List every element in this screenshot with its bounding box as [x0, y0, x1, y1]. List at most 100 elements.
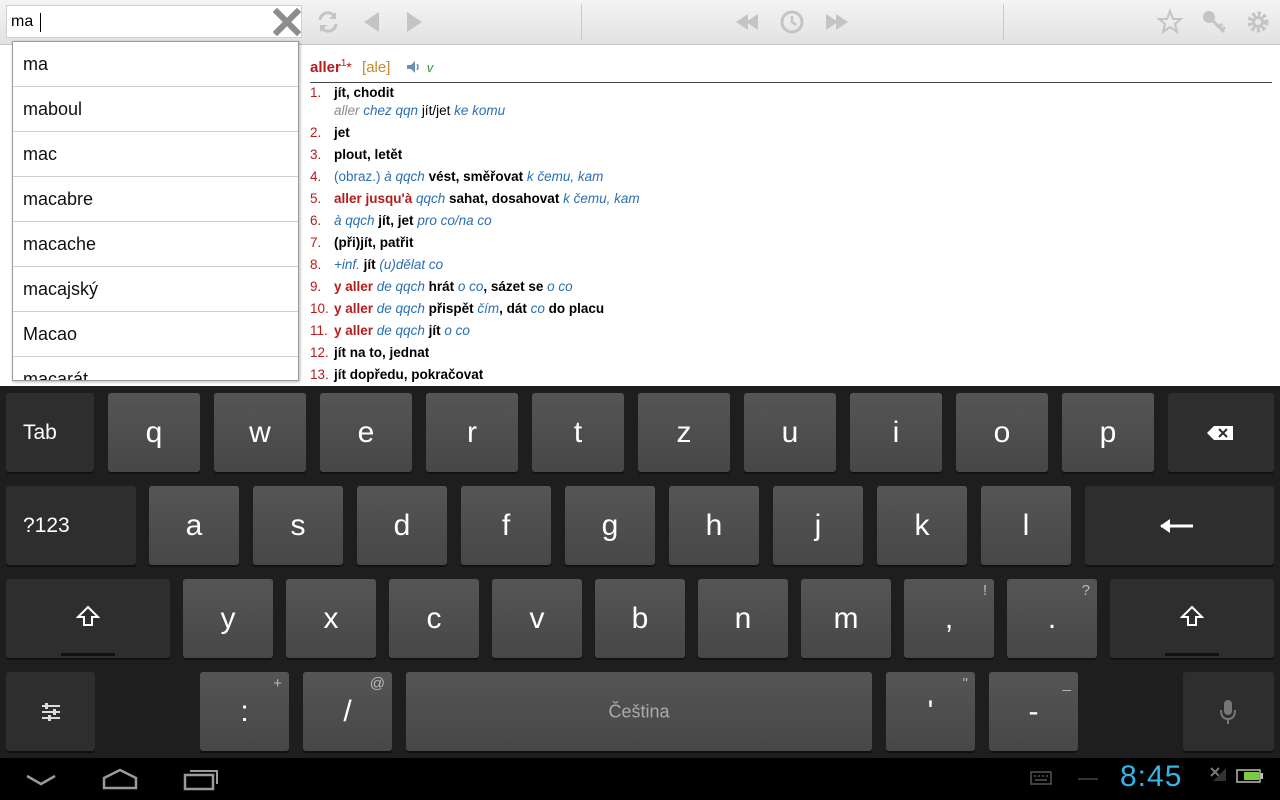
key-w[interactable]: w — [214, 393, 306, 472]
key-slash[interactable]: / @ — [303, 672, 392, 751]
sense-row: 6. à qqch jít, jet pro co/na co — [310, 213, 492, 228]
clear-icon[interactable] — [273, 8, 301, 36]
suggestion-item[interactable]: macajský — [13, 267, 298, 312]
sense-row: 11. y aller de qqch jít o co — [310, 323, 470, 338]
microphone-key[interactable] — [1183, 672, 1274, 751]
key-icon[interactable] — [1200, 8, 1228, 36]
key-z[interactable]: z — [638, 393, 730, 472]
key-h[interactable]: h — [669, 486, 759, 565]
search-input[interactable] — [11, 6, 266, 37]
sense-text: (při)jít, patřit — [334, 235, 414, 250]
key-s[interactable]: s — [253, 486, 343, 565]
key-label: w — [249, 415, 271, 449]
key-label: s — [290, 508, 306, 542]
star-icon[interactable] — [1156, 8, 1184, 36]
space-key[interactable]: Čeština — [406, 672, 872, 751]
sense-text: de qqch — [376, 323, 429, 338]
key-n[interactable]: n — [698, 579, 788, 658]
key-dash[interactable]: - _ — [989, 672, 1078, 751]
history-forward-icon[interactable] — [822, 8, 850, 36]
key-k[interactable]: k — [877, 486, 967, 565]
sense-text: jít, chodit — [334, 85, 394, 100]
suggestion-item[interactable]: macabre — [13, 177, 298, 222]
key-l[interactable]: l — [981, 486, 1071, 565]
history-icon[interactable] — [778, 8, 806, 36]
forward-arrow-icon[interactable] — [400, 8, 428, 36]
suggestion-item[interactable]: macache — [13, 222, 298, 267]
recent-apps-icon[interactable] — [182, 766, 220, 792]
gear-icon[interactable] — [1244, 8, 1272, 36]
suggestion-item[interactable]: macarát — [13, 357, 298, 380]
key-g[interactable]: g — [565, 486, 655, 565]
home-nav-icon[interactable] — [100, 766, 140, 790]
sense-text: jít — [428, 323, 445, 338]
key-colon[interactable]: : + — [200, 672, 289, 751]
key-f[interactable]: f — [461, 486, 551, 565]
key-q[interactable]: q — [108, 393, 200, 472]
key-label: o — [993, 415, 1011, 449]
sense-text: à qqch — [334, 213, 379, 228]
sense-text: jít na to, jednat — [334, 345, 430, 360]
battery-icon — [1236, 769, 1263, 783]
key-r[interactable]: r — [426, 393, 518, 472]
symbols-key[interactable]: ?123 — [6, 486, 136, 565]
sense-text: co — [530, 301, 549, 316]
speaker-icon[interactable] — [405, 60, 421, 74]
sense-number: 2. — [310, 125, 322, 140]
key-y[interactable]: y — [183, 579, 273, 658]
sense-row: 8. +inf. jít (u)dělat co — [310, 257, 443, 272]
sense-text: k čemu, kam — [563, 191, 640, 206]
sense-text: ke komu — [454, 103, 506, 118]
sense-number: 7. — [310, 235, 322, 250]
key-o[interactable]: o — [956, 393, 1048, 472]
refresh-icon[interactable] — [314, 8, 342, 36]
backspace-icon — [1207, 426, 1233, 440]
clock: 8:45 — [1120, 760, 1183, 793]
key-i[interactable]: i — [850, 393, 942, 472]
key-apostrophe[interactable]: ' " — [886, 672, 975, 751]
key-comma[interactable]: ,! — [904, 579, 994, 658]
backspace-key[interactable] — [1168, 393, 1274, 472]
key-label: . — [1047, 601, 1057, 635]
sense-text: vést, směřovat — [428, 169, 527, 184]
key-label: - — [1028, 694, 1039, 728]
key-e[interactable]: e — [320, 393, 412, 472]
key-x[interactable]: x — [286, 579, 376, 658]
key-hint: _ — [1062, 675, 1071, 692]
key-c[interactable]: c — [389, 579, 479, 658]
key-j[interactable]: j — [773, 486, 863, 565]
search-box[interactable] — [6, 5, 302, 38]
key-b[interactable]: b — [595, 579, 685, 658]
enter-key[interactable] — [1085, 486, 1274, 565]
suggestion-item[interactable]: mac — [13, 132, 298, 177]
sense-text: y aller — [334, 301, 377, 316]
key-t[interactable]: t — [532, 393, 624, 472]
sense-row: 7. (při)jít, patřit — [310, 235, 414, 250]
part-of-speech: v — [426, 60, 434, 75]
key-label: l — [1022, 508, 1030, 542]
key-u[interactable]: u — [744, 393, 836, 472]
back-arrow-icon[interactable] — [358, 8, 386, 36]
key-hint: + — [273, 675, 282, 692]
history-back-icon[interactable] — [734, 8, 762, 36]
key-d[interactable]: d — [357, 486, 447, 565]
key-label: g — [601, 508, 619, 542]
suggestion-item[interactable]: Macao — [13, 312, 298, 357]
suggestion-item[interactable]: ma — [13, 42, 298, 87]
key-period[interactable]: .? — [1007, 579, 1097, 658]
key-hint: @ — [369, 675, 385, 692]
key-hint: " — [962, 675, 968, 692]
suggestion-item[interactable]: maboul — [13, 87, 298, 132]
tab-key[interactable]: Tab — [6, 393, 94, 472]
sense-text: přispět — [428, 301, 478, 316]
back-nav-icon[interactable] — [24, 770, 58, 790]
key-a[interactable]: a — [149, 486, 239, 565]
sense-text: +inf. — [334, 257, 364, 272]
key-m[interactable]: m — [801, 579, 891, 658]
sense-text: chez qqn — [363, 103, 422, 118]
settings-key[interactable] — [6, 672, 95, 751]
shift-key-left[interactable] — [6, 579, 170, 658]
key-p[interactable]: p — [1062, 393, 1154, 472]
shift-key-right[interactable] — [1110, 579, 1274, 658]
key-v[interactable]: v — [492, 579, 582, 658]
